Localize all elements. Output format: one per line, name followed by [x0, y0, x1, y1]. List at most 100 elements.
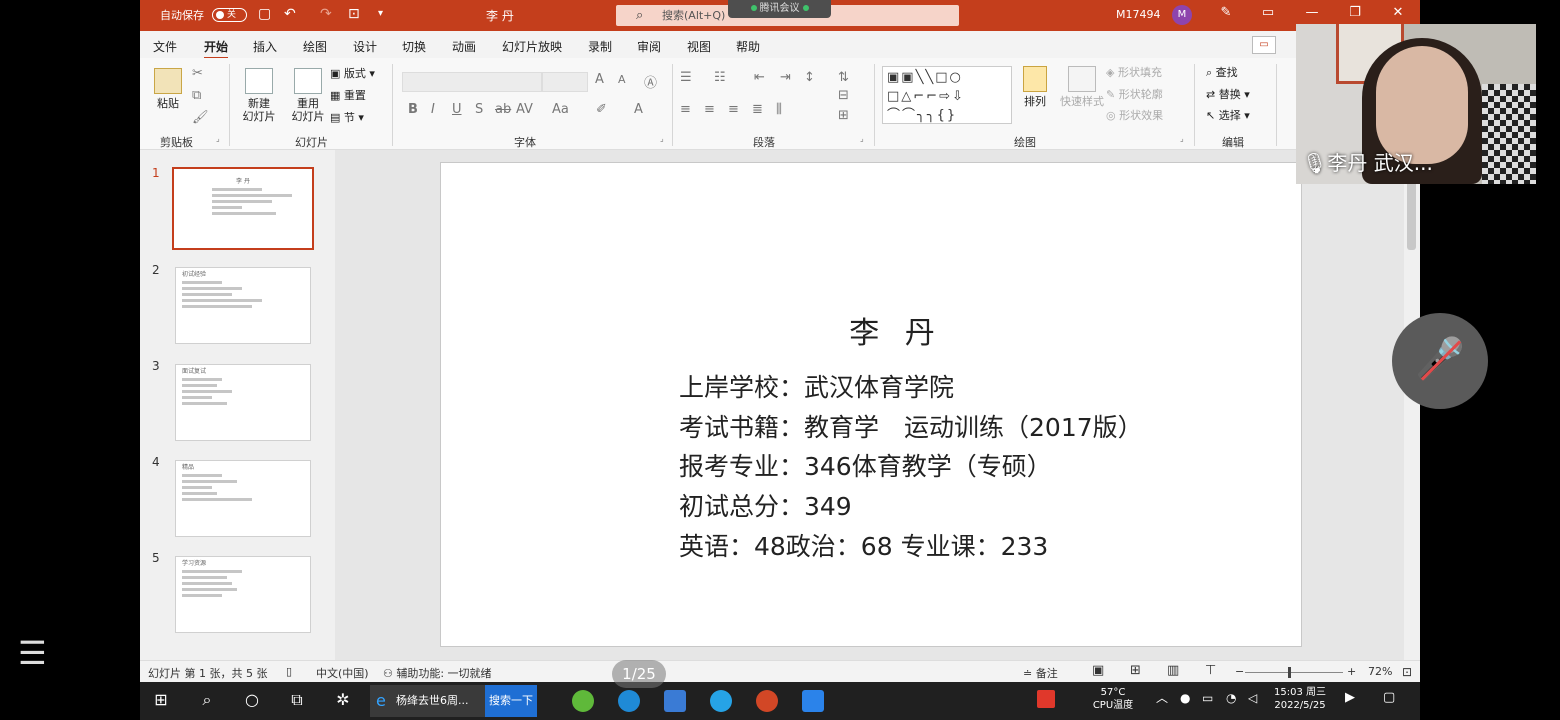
shape-outline-button[interactable]: ✎ 形状轮廓: [1106, 88, 1163, 102]
tray-expand-icon[interactable]: ︿: [1156, 692, 1168, 705]
change-case-icon[interactable]: Aa: [552, 102, 569, 117]
align-left-icon[interactable]: ≡: [680, 102, 691, 117]
app-icon[interactable]: ✲: [330, 690, 356, 709]
app-360-icon[interactable]: [572, 690, 594, 712]
zoom-level[interactable]: 72%: [1368, 665, 1392, 678]
font-name-select[interactable]: [402, 72, 542, 92]
slide-text-line[interactable]: 初试总分：349: [679, 487, 852, 523]
slide-thumbnail-4[interactable]: 精品: [175, 460, 311, 537]
fit-slide-icon[interactable]: ⊡: [1402, 665, 1412, 679]
tab-draw[interactable]: 绘图: [303, 38, 327, 55]
arrange-button[interactable]: 排列: [1018, 66, 1052, 108]
decrease-indent-icon[interactable]: ⇤: [754, 70, 765, 85]
powerpoint-icon[interactable]: [756, 690, 778, 712]
align-right-icon[interactable]: ≡: [728, 102, 739, 117]
increase-indent-icon[interactable]: ⇥: [780, 70, 791, 85]
slide-text-line[interactable]: 英语：48政治：68 专业课：233: [679, 527, 1048, 563]
zoom-slider-knob[interactable]: [1287, 667, 1291, 678]
search-icon[interactable]: ⌕: [194, 690, 220, 710]
taskbar-search-button[interactable]: 搜索一下: [485, 685, 537, 717]
slideshow-icon[interactable]: ⊡: [348, 6, 360, 22]
tab-view[interactable]: 视图: [687, 38, 711, 55]
tab-insert[interactable]: 插入: [253, 38, 277, 55]
redo-icon[interactable]: ↷: [320, 6, 332, 22]
char-spacing-icon[interactable]: AV: [516, 102, 533, 117]
document-title[interactable]: 李 丹: [486, 7, 514, 24]
highlight-icon[interactable]: ✐: [596, 102, 607, 117]
zoom-slider[interactable]: [1245, 667, 1343, 678]
mute-button[interactable]: 🎤: [1392, 313, 1488, 409]
justify-icon[interactable]: ≣: [752, 102, 763, 117]
italic-icon[interactable]: I: [431, 102, 435, 117]
smartart-icon[interactable]: ⊞: [838, 108, 849, 123]
shadow-icon[interactable]: S: [475, 102, 483, 117]
windows-start-icon[interactable]: ⊞: [148, 690, 174, 709]
slide-title[interactable]: 李 丹: [441, 308, 1301, 352]
comment-icon[interactable]: ▭: [1252, 36, 1276, 54]
cpu-temp[interactable]: 57°C CPU温度: [1090, 686, 1136, 712]
font-color-icon[interactable]: A: [634, 102, 643, 117]
reset-button[interactable]: ▦ 重置: [330, 89, 366, 103]
normal-view-icon[interactable]: ▣: [1092, 663, 1104, 678]
shape-effects-button[interactable]: ◎ 形状效果: [1106, 109, 1163, 123]
current-slide[interactable]: 李 丹 上岸学校：武汉体育学院 考试书籍：教育学 运动训练（2017版） 报考专…: [440, 162, 1302, 647]
clear-format-icon[interactable]: Ⓐ: [644, 72, 657, 91]
font-size-select[interactable]: [542, 72, 588, 92]
spellcheck-icon[interactable]: ▯: [286, 665, 292, 678]
vertical-scrollbar[interactable]: [1404, 150, 1420, 660]
font-launcher-icon[interactable]: ⌟: [660, 134, 664, 143]
zoom-out-icon[interactable]: −: [1235, 665, 1244, 678]
shapes-gallery[interactable]: ▣▣╲╲□○ □△⌐⌐⇨⇩ ⌒⌒╮╮{}: [882, 66, 1012, 124]
increase-font-icon[interactable]: A: [595, 72, 604, 87]
zoom-in-icon[interactable]: +: [1347, 665, 1356, 678]
replace-button[interactable]: ⇄ 替换 ▾: [1206, 88, 1250, 102]
customize-qat-icon[interactable]: ▾: [378, 6, 383, 22]
notes-button[interactable]: ≐ 备注: [1023, 665, 1058, 681]
slide-thumbnail-1[interactable]: 李 丹: [172, 167, 314, 250]
restore-icon[interactable]: ❐: [1345, 5, 1365, 20]
tab-help[interactable]: 帮助: [736, 38, 760, 55]
avatar[interactable]: M: [1172, 5, 1192, 25]
pen-icon[interactable]: ✎: [1216, 5, 1236, 20]
numbering-icon[interactable]: ☷: [714, 70, 726, 85]
cut-icon[interactable]: ✂: [192, 66, 203, 81]
tab-slideshow[interactable]: 幻灯片放映: [502, 38, 562, 55]
save-icon[interactable]: ▢: [258, 6, 271, 22]
quick-styles-button[interactable]: 快速样式: [1054, 66, 1110, 108]
browser-icon[interactable]: [710, 690, 732, 712]
line-spacing-icon[interactable]: ↕: [804, 70, 815, 85]
tab-file[interactable]: 文件: [153, 38, 177, 55]
clipboard-launcher-icon[interactable]: ⌟: [216, 134, 220, 143]
undo-icon[interactable]: ↶: [284, 6, 296, 22]
tab-transitions[interactable]: 切换: [402, 38, 426, 55]
wifi-icon[interactable]: ◔: [1226, 692, 1236, 705]
strikethrough-icon[interactable]: ab: [495, 102, 511, 117]
user-name[interactable]: M17494: [1116, 8, 1160, 21]
paragraph-launcher-icon[interactable]: ⌟: [860, 134, 864, 143]
tab-review[interactable]: 审阅: [637, 38, 661, 55]
decrease-font-icon[interactable]: A: [618, 73, 626, 86]
slide-thumbnail-5[interactable]: 学习资源: [175, 556, 311, 633]
slide-thumbnail-3[interactable]: 面试复试: [175, 364, 311, 441]
taskbar-ie-window[interactable]: e 杨绛去世6周...: [370, 685, 485, 717]
tencent-meeting-icon[interactable]: [802, 690, 824, 712]
cortana-icon[interactable]: ○: [239, 690, 265, 709]
tab-home[interactable]: 开始: [204, 38, 229, 60]
reuse-slides-button[interactable]: 重用 幻灯片: [286, 68, 330, 123]
align-center-icon[interactable]: ≡: [704, 102, 715, 117]
slide-thumbnail-2[interactable]: 初试经验: [175, 267, 311, 344]
slide-text-line[interactable]: 上岸学校：武汉体育学院: [679, 368, 954, 404]
bold-icon[interactable]: B: [408, 102, 418, 117]
select-button[interactable]: ↖ 选择 ▾: [1206, 109, 1250, 123]
text-direction-icon[interactable]: ⇅: [838, 70, 849, 85]
menu-list-icon[interactable]: ☰: [18, 634, 47, 672]
new-slide-button[interactable]: 新建 幻灯片: [237, 68, 281, 123]
ribbon-display-icon[interactable]: ▭: [1258, 5, 1278, 20]
slide-text-line[interactable]: 报考专业：346体育教学（专硕）: [679, 447, 1052, 483]
drawing-launcher-icon[interactable]: ⌟: [1180, 134, 1184, 143]
battery-icon[interactable]: ▭: [1202, 692, 1213, 705]
wps-icon[interactable]: [1037, 690, 1055, 708]
meeting-indicator[interactable]: 腾讯会议: [728, 0, 831, 18]
bullets-icon[interactable]: ☰: [680, 70, 692, 85]
task-view-icon[interactable]: ⧉: [284, 690, 310, 710]
